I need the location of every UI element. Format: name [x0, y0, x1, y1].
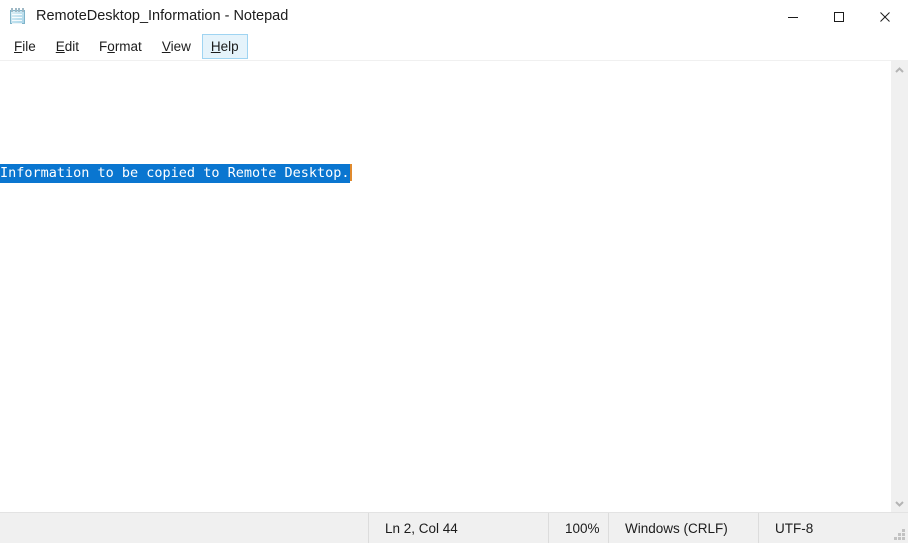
window-controls — [770, 0, 908, 33]
title-bar-left: RemoteDesktop_Information - Notepad — [0, 8, 288, 25]
selected-text: Information to be copied to Remote Deskt… — [0, 164, 350, 183]
status-line-ending[interactable]: Windows (CRLF) — [608, 513, 758, 543]
window-title: RemoteDesktop_Information - Notepad — [36, 8, 289, 25]
menu-view-rest: iew — [170, 38, 191, 54]
scroll-down-button[interactable] — [891, 495, 908, 512]
notepad-icon — [9, 8, 26, 25]
menu-edit-rest: dit — [64, 38, 80, 54]
status-encoding[interactable]: UTF-8 — [758, 513, 908, 543]
editor-region: Information to be copied to Remote Deskt… — [0, 61, 908, 512]
menu-file-accel: F — [14, 38, 23, 54]
scrollbar-track[interactable] — [891, 78, 908, 495]
status-cursor-position: Ln 2, Col 44 — [368, 513, 548, 543]
vertical-scrollbar[interactable] — [890, 61, 908, 512]
text-content: Information to be copied to Remote Deskt… — [0, 61, 890, 223]
menu-bar: File Edit Format View Help — [0, 33, 908, 61]
menu-format-accel: o — [107, 38, 115, 54]
menu-help-accel: H — [210, 38, 221, 54]
text-line-2: Information to be copied to Remote Deskt… — [0, 163, 890, 183]
menu-item-format[interactable]: Format — [90, 34, 151, 59]
text-line-1 — [0, 103, 890, 123]
menu-edit-accel: E — [55, 38, 65, 54]
maximize-icon — [834, 11, 844, 22]
minimize-button[interactable] — [770, 0, 816, 33]
text-caret — [349, 164, 352, 181]
status-spacer — [0, 513, 368, 543]
resize-grip-icon[interactable] — [893, 528, 905, 540]
notepad-window: RemoteDesktop_Information - Notepad File… — [0, 0, 908, 543]
menu-help-rest: elp — [220, 38, 239, 54]
menu-file-rest: ile — [22, 38, 36, 54]
menu-item-view[interactable]: View — [153, 34, 200, 59]
chevron-up-icon — [895, 66, 904, 73]
chevron-down-icon — [895, 500, 904, 507]
status-bar: Ln 2, Col 44 100% Windows (CRLF) UTF-8 — [0, 512, 908, 543]
menu-item-file[interactable]: File — [5, 34, 45, 59]
scroll-up-button[interactable] — [891, 61, 908, 78]
title-bar[interactable]: RemoteDesktop_Information - Notepad — [0, 0, 908, 33]
maximize-button[interactable] — [816, 0, 862, 33]
menu-item-edit[interactable]: Edit — [47, 34, 88, 59]
close-icon — [880, 11, 890, 22]
close-button[interactable] — [862, 0, 908, 33]
status-zoom-level[interactable]: 100% — [548, 513, 608, 543]
menu-view-accel: V — [161, 38, 171, 54]
text-editor[interactable]: Information to be copied to Remote Deskt… — [0, 61, 890, 512]
menu-format-post: rmat — [114, 38, 142, 54]
minimize-icon — [788, 16, 798, 18]
menu-item-help[interactable]: Help — [201, 34, 248, 59]
